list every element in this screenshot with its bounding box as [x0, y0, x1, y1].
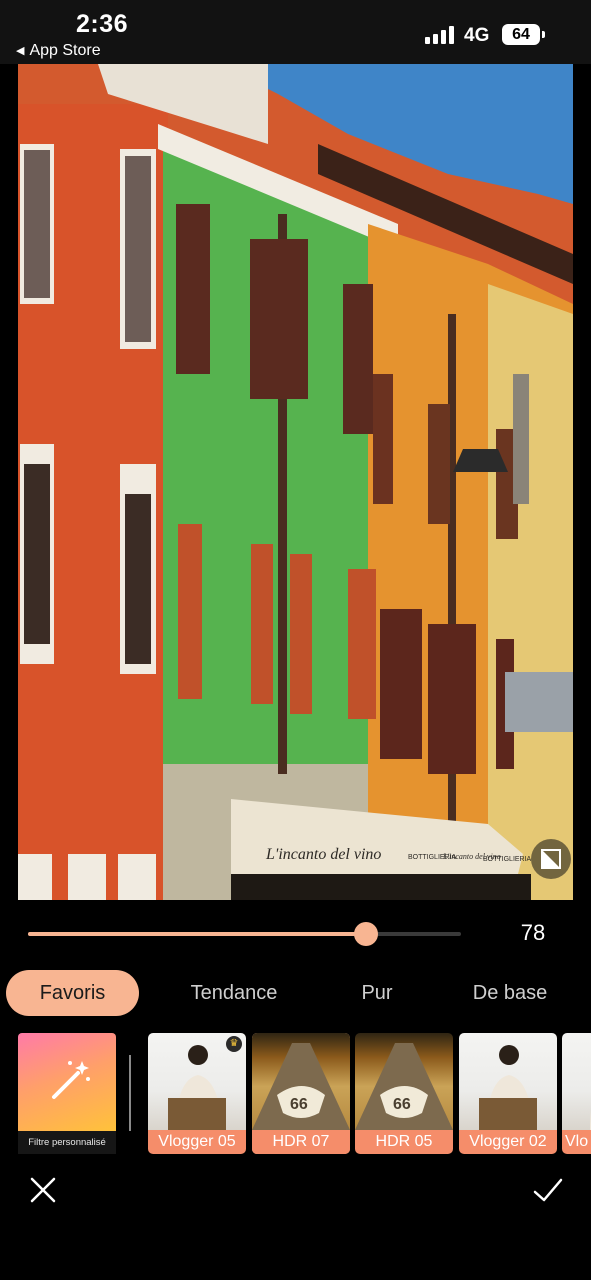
filter-item[interactable]: ♛ Vlogger 05	[148, 1033, 246, 1154]
filter-thumb-portrait	[562, 1033, 591, 1130]
filter-item[interactable]: Vlo	[562, 1033, 591, 1154]
slider-fill	[28, 932, 366, 936]
close-icon[interactable]	[28, 1175, 58, 1205]
battery-tip	[542, 31, 545, 38]
filter-thumb-road: 66	[355, 1033, 453, 1130]
back-to-app-store[interactable]: ◀ App Store	[16, 42, 101, 60]
filter-label: Vlogger 02	[459, 1130, 557, 1154]
filter-divider	[129, 1055, 131, 1131]
tab-favoris[interactable]: Favoris	[6, 970, 139, 1016]
filter-thumb-portrait	[459, 1033, 557, 1130]
awning-text: L'incanto del vino	[265, 846, 381, 863]
filter-label: Vlogger 05	[148, 1130, 246, 1154]
filter-item[interactable]: Vlogger 02	[459, 1033, 557, 1154]
status-time: 2:36	[76, 10, 129, 38]
svg-text:66: 66	[290, 1096, 308, 1113]
tab-tendance[interactable]: Tendance	[170, 970, 298, 1016]
filter-thumb-road: 66	[252, 1033, 350, 1130]
network-type: 4G	[464, 25, 490, 46]
magic-wand-icon	[52, 1061, 90, 1099]
slider-thumb[interactable]	[353, 922, 378, 946]
battery-level: 64	[512, 26, 530, 43]
battery-icon: 64	[502, 24, 540, 45]
filter-strip: Filtre personnalisé ♛ Vlogger 05 66 HDR …	[0, 1033, 591, 1155]
checkmark-icon[interactable]	[532, 1175, 564, 1205]
photo-illustration: L'incanto del vino BOTTIGLIERIA L'incant…	[18, 64, 573, 900]
intensity-slider[interactable]	[28, 922, 461, 946]
awning-small-3: BOTTIGLIERIA	[483, 856, 532, 863]
filter-item-selected[interactable]: 66 HDR 07	[252, 1033, 350, 1154]
filter-label: Vlo	[562, 1130, 591, 1154]
compare-split-icon[interactable]	[531, 839, 571, 879]
filter-item[interactable]: 66 HDR 05	[355, 1033, 453, 1154]
filter-category-tabs: Favoris Tendance Pur De base	[0, 970, 591, 1016]
tab-de-base[interactable]: De base	[458, 970, 562, 1016]
photo-preview: L'incanto del vino BOTTIGLIERIA L'incant…	[18, 64, 573, 900]
svg-text:66: 66	[393, 1096, 411, 1113]
tab-pur[interactable]: Pur	[340, 970, 414, 1016]
filter-label: HDR 05	[355, 1130, 453, 1154]
cellular-signal-icon	[425, 26, 457, 44]
status-bar: 2:36 ◀ App Store 4G 64	[0, 0, 591, 64]
back-app-label: App Store	[29, 42, 101, 59]
filter-label: HDR 07	[252, 1130, 350, 1154]
back-triangle-icon: ◀	[16, 45, 25, 57]
custom-filter-button[interactable]: Filtre personnalisé	[18, 1033, 116, 1154]
custom-filter-thumb	[18, 1033, 116, 1131]
custom-filter-label: Filtre personnalisé	[18, 1131, 116, 1154]
premium-crown-icon: ♛	[226, 1036, 242, 1052]
intensity-value: 78	[520, 920, 546, 945]
